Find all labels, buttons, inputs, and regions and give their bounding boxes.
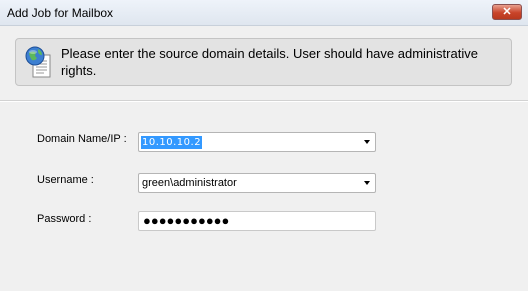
- close-button[interactable]: ✕: [492, 4, 522, 20]
- add-job-dialog: Add Job for Mailbox ✕ Please enter the s…: [0, 0, 528, 291]
- username-value: green\administrator: [142, 177, 237, 189]
- window-title: Add Job for Mailbox: [7, 6, 114, 20]
- close-icon: ✕: [502, 6, 512, 18]
- password-label: Password :: [37, 213, 92, 225]
- chevron-down-icon[interactable]: [364, 140, 370, 144]
- password-masked-value: ●●●●●●●●●●●: [143, 213, 230, 228]
- password-field[interactable]: ●●●●●●●●●●●: [138, 211, 376, 231]
- chevron-down-icon[interactable]: [364, 181, 370, 185]
- globe-document-icon: [25, 46, 51, 78]
- info-panel: Please enter the source domain details. …: [15, 38, 512, 86]
- info-message: Please enter the source domain details. …: [61, 46, 478, 78]
- separator: [0, 100, 528, 102]
- domain-label: Domain Name/IP :: [37, 133, 127, 145]
- username-label: Username :: [37, 174, 94, 186]
- domain-value: 10.10.10.2: [141, 136, 203, 149]
- domain-combobox[interactable]: 10.10.10.2: [138, 132, 376, 152]
- title-bar[interactable]: Add Job for Mailbox ✕: [0, 0, 528, 26]
- username-combobox[interactable]: green\administrator: [138, 173, 376, 193]
